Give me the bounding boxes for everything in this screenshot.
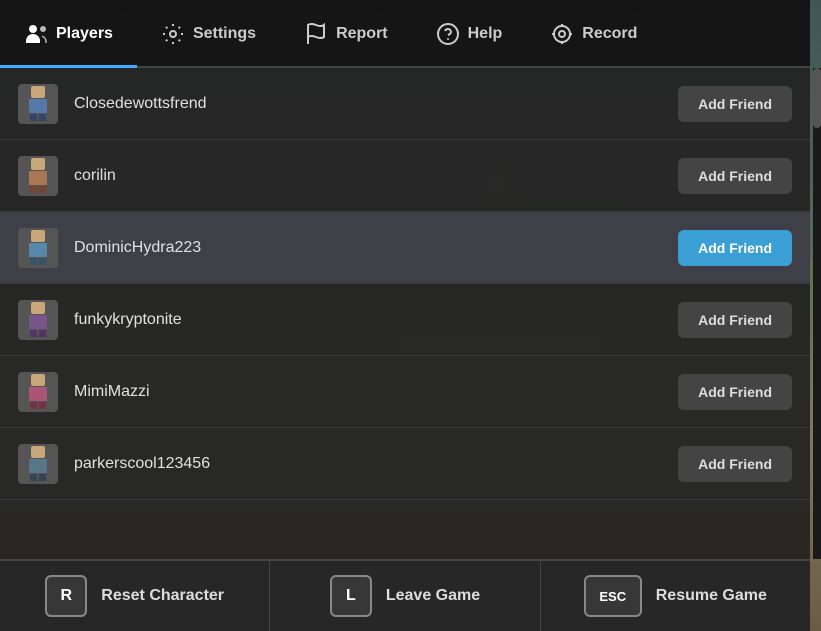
tab-settings-label: Settings (193, 25, 256, 43)
resume-game-label: Resume Game (656, 587, 767, 605)
leave-game-button[interactable]: L Leave Game (270, 561, 540, 631)
tab-players[interactable]: Players (0, 2, 137, 68)
action-bar: R Reset Character L Leave Game ESC Resum… (0, 559, 810, 631)
player-list: Closedewottsfrend Add Friend corilin Add… (0, 68, 810, 559)
table-row: funkykryptonite Add Friend (0, 284, 810, 356)
resume-key-badge: ESC (584, 575, 642, 617)
table-row: parkerscool123456 Add Friend (0, 428, 810, 500)
reset-key-badge: R (45, 575, 87, 617)
tab-settings[interactable]: Settings (137, 2, 280, 68)
tab-record-label: Record (582, 25, 637, 43)
avatar (18, 228, 58, 268)
tab-help[interactable]: Help (412, 2, 527, 68)
tab-record[interactable]: Record (526, 2, 661, 68)
tab-help-label: Help (468, 25, 503, 43)
leave-game-label: Leave Game (386, 587, 480, 605)
scrollbar-thumb[interactable] (813, 68, 821, 128)
add-friend-button[interactable]: Add Friend (678, 86, 792, 122)
player-name: Closedewottsfrend (74, 95, 678, 113)
reset-character-button[interactable]: R Reset Character (0, 561, 270, 631)
player-name: parkerscool123456 (74, 455, 678, 473)
scrollbar-track[interactable] (813, 68, 821, 559)
player-name: corilin (74, 167, 678, 185)
table-row: Closedewottsfrend Add Friend (0, 68, 810, 140)
help-icon (436, 22, 460, 46)
settings-icon (161, 22, 185, 46)
player-name: DominicHydra223 (74, 239, 678, 257)
tab-bar: Players Settings Report Help (0, 0, 810, 68)
avatar (18, 84, 58, 124)
panel: Players Settings Report Help (0, 0, 810, 631)
avatar (18, 156, 58, 196)
add-friend-button[interactable]: Add Friend (678, 374, 792, 410)
avatar (18, 444, 58, 484)
add-friend-button[interactable]: Add Friend (678, 230, 792, 266)
table-row: DominicHydra223 Add Friend (0, 212, 810, 284)
add-friend-button[interactable]: Add Friend (678, 158, 792, 194)
add-friend-button[interactable]: Add Friend (678, 302, 792, 338)
reset-character-label: Reset Character (101, 587, 224, 605)
table-row: MimiMazzi Add Friend (0, 356, 810, 428)
leave-key-badge: L (330, 575, 372, 617)
flag-icon (304, 22, 328, 46)
table-row: corilin Add Friend (0, 140, 810, 212)
players-icon (24, 22, 48, 46)
avatar (18, 300, 58, 340)
tab-report-label: Report (336, 25, 388, 43)
player-name: funkykryptonite (74, 311, 678, 329)
resume-game-button[interactable]: ESC Resume Game (541, 561, 810, 631)
record-icon (550, 22, 574, 46)
tab-players-label: Players (56, 25, 113, 43)
add-friend-button[interactable]: Add Friend (678, 446, 792, 482)
tab-report[interactable]: Report (280, 2, 412, 68)
avatar (18, 372, 58, 412)
player-name: MimiMazzi (74, 383, 678, 401)
